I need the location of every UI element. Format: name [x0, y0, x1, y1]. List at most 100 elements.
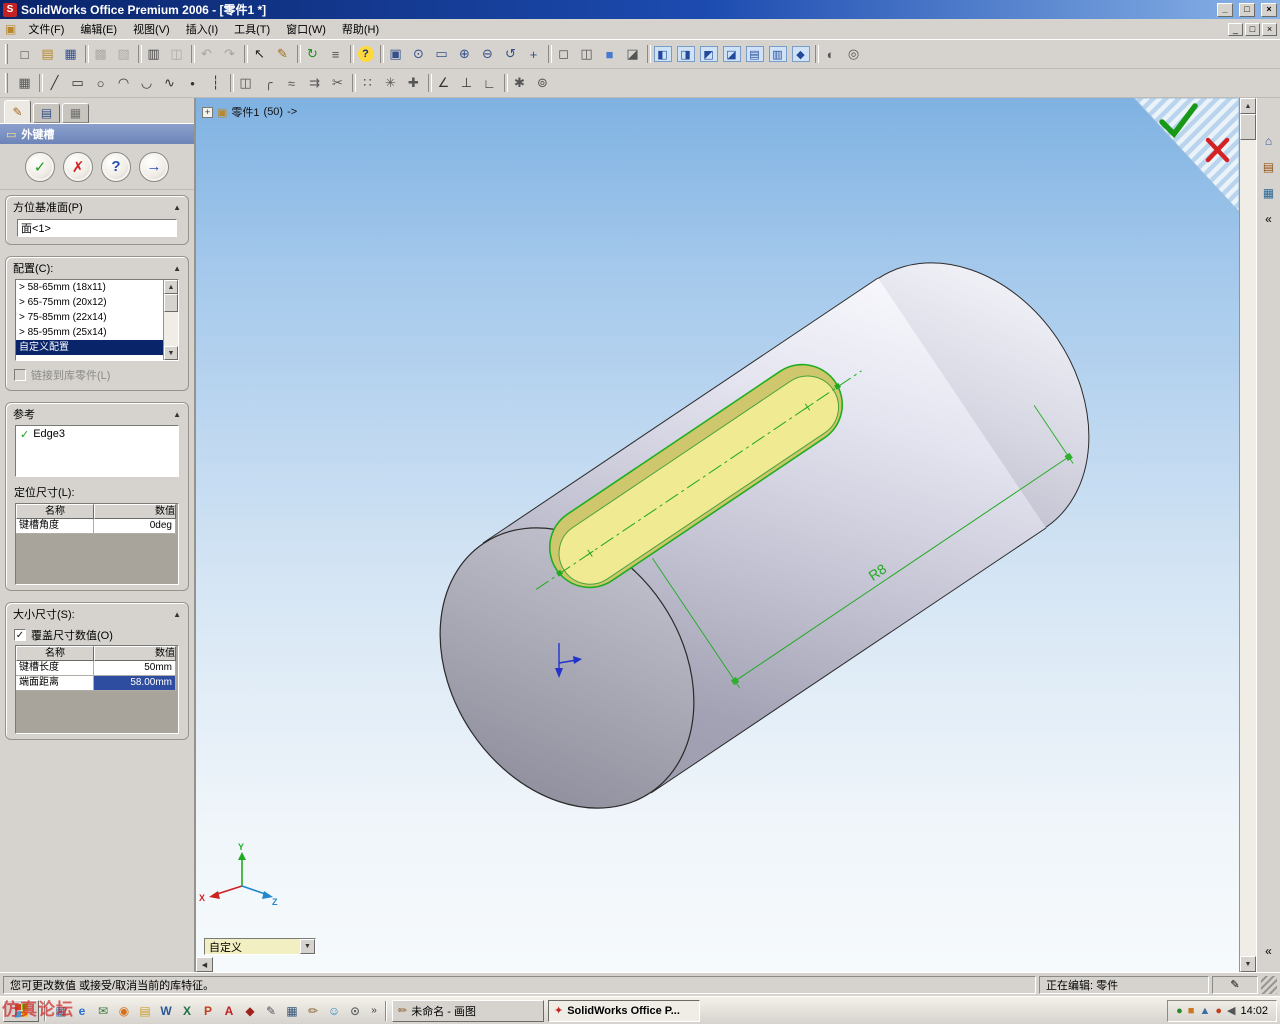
- options-icon[interactable]: ≡: [324, 43, 347, 65]
- tray-volume[interactable]: ◀: [1227, 1004, 1235, 1017]
- fillet-icon[interactable]: ╭: [257, 72, 280, 94]
- ql-internet-explorer[interactable]: e: [72, 1001, 92, 1021]
- ql-folder[interactable]: ▤: [135, 1001, 155, 1021]
- ql-show-desktop[interactable]: ▦: [51, 1001, 71, 1021]
- child-minimize-button[interactable]: _: [1228, 22, 1243, 36]
- make-assembly-icon[interactable]: ▧: [112, 43, 135, 65]
- scroll-up-icon[interactable]: ▲: [164, 280, 178, 294]
- print-icon[interactable]: ▥: [142, 43, 165, 65]
- combo-dropdown-icon[interactable]: ▼: [300, 939, 315, 954]
- expand-tree-icon[interactable]: +: [202, 106, 213, 118]
- sketch-snaps-icon[interactable]: ✱: [508, 72, 531, 94]
- select-icon[interactable]: ↖: [248, 43, 271, 65]
- convert-entities-icon[interactable]: ⇉: [303, 72, 326, 94]
- start-button[interactable]: [3, 999, 39, 1022]
- quick-launch-overflow-icon[interactable]: »: [368, 1005, 380, 1016]
- display-relations-icon[interactable]: ∟: [478, 72, 501, 94]
- configuration-combo[interactable]: 自定义 ▼: [204, 938, 316, 955]
- table-row[interactable]: 键槽角度 0deg: [16, 519, 178, 534]
- collapse-arrow-icon[interactable]: ▲: [173, 264, 181, 273]
- cylinder-model[interactable]: [388, 214, 1141, 856]
- scroll-thumb[interactable]: [1240, 114, 1256, 140]
- view-orientation-icon[interactable]: ▣: [384, 43, 407, 65]
- shadows-icon[interactable]: ◪: [621, 43, 644, 65]
- menu-window[interactable]: 窗口(W): [278, 19, 334, 39]
- design-library-icon[interactable]: ▤: [1260, 158, 1278, 176]
- ql-search[interactable]: ⊙: [345, 1001, 365, 1021]
- config-option[interactable]: > 75-85mm (22x14): [16, 310, 163, 325]
- task-solidworks[interactable]: ✦ SolidWorks Office P...: [548, 999, 700, 1022]
- toolbar-grip[interactable]: [5, 44, 8, 64]
- pan-icon[interactable]: +: [522, 43, 545, 65]
- help-button[interactable]: ?: [101, 151, 131, 182]
- menu-edit[interactable]: 编辑(E): [72, 19, 125, 39]
- ql-calculator[interactable]: ▦: [282, 1001, 302, 1021]
- tangent-arc-icon[interactable]: ◡: [135, 72, 158, 94]
- mirror-icon[interactable]: ◫: [234, 72, 257, 94]
- undo-icon[interactable]: ↶: [195, 43, 218, 65]
- trim-icon[interactable]: ✂: [326, 72, 349, 94]
- scroll-down-icon[interactable]: ▼: [1240, 956, 1256, 972]
- view-front-icon[interactable]: ◧: [651, 43, 674, 65]
- pm-tab-properties[interactable]: ✎: [4, 100, 31, 123]
- task-paint[interactable]: ✏ 未命名 - 画图: [392, 999, 544, 1022]
- scroll-up-icon[interactable]: ▲: [1240, 98, 1256, 114]
- smart-dimension-icon[interactable]: ∠: [432, 72, 455, 94]
- open-icon[interactable]: ▤: [36, 43, 59, 65]
- ql-word[interactable]: W: [156, 1001, 176, 1021]
- menu-help[interactable]: 帮助(H): [334, 19, 387, 39]
- ql-outlook[interactable]: ✉: [93, 1001, 113, 1021]
- ql-notepad[interactable]: ✎: [261, 1001, 281, 1021]
- zoom-selected-icon[interactable]: ⊖: [476, 43, 499, 65]
- collapse-arrow-icon[interactable]: ▲: [173, 610, 181, 619]
- print-preview-icon[interactable]: ◫: [165, 43, 188, 65]
- new-icon[interactable]: □: [13, 43, 36, 65]
- graphics-area[interactable]: R8 X Y Z + ▣ 零件1 (50) -> 自定义 ▼ ◀: [196, 98, 1239, 972]
- config-option[interactable]: 自定义配置: [16, 340, 163, 355]
- camera-view-icon[interactable]: ◎: [842, 43, 865, 65]
- zoom-area-icon[interactable]: ▭: [430, 43, 453, 65]
- view-right-icon[interactable]: ◪: [720, 43, 743, 65]
- collapse-arrow-icon[interactable]: ▲: [173, 410, 181, 419]
- add-relation-icon[interactable]: ⊥: [455, 72, 478, 94]
- collapse-chevron-icon[interactable]: «: [1260, 210, 1278, 228]
- child-restore-button[interactable]: □: [1245, 22, 1260, 36]
- help-icon[interactable]: ?: [354, 43, 377, 65]
- offset-icon[interactable]: ≈: [280, 72, 303, 94]
- resize-grip[interactable]: [1261, 975, 1277, 994]
- zoom-fit-icon[interactable]: ⊙: [407, 43, 430, 65]
- scroll-thumb[interactable]: [164, 294, 178, 312]
- rebuild-icon[interactable]: ↻: [301, 43, 324, 65]
- ql-media-player[interactable]: ◉: [114, 1001, 134, 1021]
- toolbar-grip[interactable]: [5, 73, 8, 93]
- redo-icon[interactable]: ↷: [218, 43, 241, 65]
- ql-acrobat[interactable]: A: [219, 1001, 239, 1021]
- cancel-button[interactable]: ✗: [63, 151, 93, 182]
- menu-view[interactable]: 视图(V): [125, 19, 178, 39]
- circular-pattern-icon[interactable]: ✳: [379, 72, 402, 94]
- view-left-icon[interactable]: ◩: [697, 43, 720, 65]
- zoom-in-out-icon[interactable]: ⊕: [453, 43, 476, 65]
- sketch-icon[interactable]: ✎: [271, 43, 294, 65]
- tray-icon-4[interactable]: ●: [1215, 1005, 1222, 1017]
- centerline-icon[interactable]: ┆: [204, 72, 227, 94]
- menu-insert[interactable]: 插入(I): [178, 19, 226, 39]
- table-row[interactable]: 键槽长度 50mm: [16, 661, 178, 676]
- make-drawing-icon[interactable]: ▩: [89, 43, 112, 65]
- minimize-button[interactable]: _: [1217, 2, 1233, 17]
- rectangle-icon[interactable]: ▭: [66, 72, 89, 94]
- pm-tab-page2[interactable]: ▤: [33, 103, 60, 123]
- arc-icon[interactable]: ◠: [112, 72, 135, 94]
- collapse-arrow-icon[interactable]: ▲: [173, 203, 181, 212]
- viewport-vertical-scrollbar[interactable]: ▲ ▼: [1239, 98, 1256, 972]
- pin-button[interactable]: →: [139, 151, 169, 182]
- collapse-chevron-icon[interactable]: «: [1260, 942, 1278, 960]
- quick-snap-icon[interactable]: ⊚: [531, 72, 554, 94]
- base-face-input[interactable]: [17, 219, 177, 237]
- title-bar[interactable]: S SolidWorks Office Premium 2006 - [零件1 …: [0, 0, 1280, 19]
- ql-powerpoint[interactable]: P: [198, 1001, 218, 1021]
- view-top-icon[interactable]: ▤: [743, 43, 766, 65]
- wireframe-icon[interactable]: ◻: [552, 43, 575, 65]
- close-button[interactable]: ×: [1261, 2, 1277, 17]
- scroll-down-icon[interactable]: ▼: [164, 346, 178, 360]
